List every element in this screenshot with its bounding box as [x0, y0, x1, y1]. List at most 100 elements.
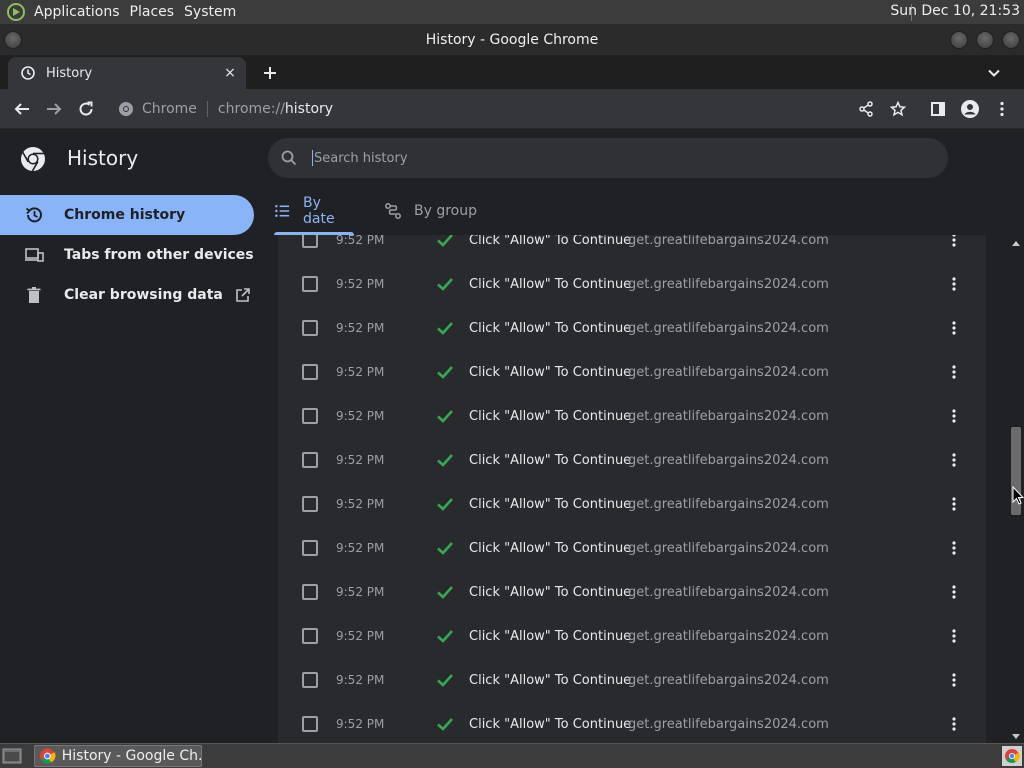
- kebab-menu-icon: [952, 321, 956, 335]
- close-window-button[interactable]: [1002, 31, 1020, 49]
- history-row[interactable]: 9:52 PM Click "Allow" To Continue get.grea…: [278, 306, 986, 350]
- history-row[interactable]: 9:52 PM Click "Allow" To Continue get.grea…: [278, 262, 986, 306]
- search-input[interactable]: [314, 150, 914, 166]
- share-button[interactable]: [854, 97, 878, 121]
- scroll-down-arrow[interactable]: [1012, 734, 1020, 739]
- tab-by-date[interactable]: By date: [274, 187, 354, 235]
- row-title-link[interactable]: Click "Allow" To Continue: [469, 409, 631, 424]
- row-more-actions-button[interactable]: [946, 714, 962, 734]
- chrome-site-icon[interactable]: [118, 101, 134, 117]
- back-button[interactable]: [10, 97, 34, 121]
- checkmark-favicon-icon: [437, 454, 453, 467]
- row-checkbox[interactable]: [302, 364, 318, 380]
- row-time: 9:52 PM: [336, 409, 385, 423]
- profile-button[interactable]: [958, 97, 982, 121]
- row-domain: get.greatlifebargains2024.com: [628, 364, 829, 380]
- taskbar-window-label: History - Google Ch...: [61, 748, 201, 764]
- row-more-actions-button[interactable]: [946, 450, 962, 470]
- history-row[interactable]: 9:52 PM Click "Allow" To Continue get.grea…: [278, 526, 986, 570]
- close-tab-icon[interactable]: ×: [220, 63, 240, 83]
- kebab-menu-icon: [952, 235, 956, 247]
- row-more-actions-button[interactable]: [946, 318, 962, 338]
- row-checkbox[interactable]: [302, 408, 318, 424]
- row-checkbox[interactable]: [302, 235, 318, 248]
- row-title-link[interactable]: Click "Allow" To Continue: [469, 321, 631, 336]
- history-row[interactable]: 9:52 PM Click "Allow" To Continue get.grea…: [278, 350, 986, 394]
- share-icon: [859, 101, 873, 117]
- system-menu[interactable]: System: [182, 4, 244, 20]
- row-checkbox[interactable]: [302, 584, 318, 600]
- row-checkbox[interactable]: [302, 320, 318, 336]
- chrome-logo-icon: [21, 147, 45, 172]
- tab-search-button[interactable]: [982, 61, 1006, 85]
- sidebar-item-clear-browsing-data[interactable]: Clear browsing data: [0, 275, 254, 315]
- new-tab-button[interactable]: [258, 61, 282, 85]
- window-menu-button[interactable]: [4, 31, 22, 49]
- history-row[interactable]: 9:52 PM Click "Allow" To Continue get.grea…: [278, 658, 986, 702]
- row-more-actions-button[interactable]: [946, 494, 962, 514]
- tab-by-group[interactable]: By group: [384, 187, 477, 235]
- row-title-link[interactable]: Click "Allow" To Continue: [469, 673, 631, 688]
- taskbar-window-chrome[interactable]: History - Google Ch...: [34, 745, 202, 767]
- places-menu[interactable]: Places: [128, 4, 183, 20]
- bookmark-button[interactable]: [886, 97, 910, 121]
- row-title-link[interactable]: Click "Allow" To Continue: [469, 453, 631, 468]
- maximize-button[interactable]: [976, 31, 994, 49]
- clock[interactable]: Sun Dec 10, 21:53: [890, 3, 1020, 19]
- row-checkbox[interactable]: [302, 716, 318, 732]
- history-row[interactable]: 9:52 PM Click "Allow" To Continue get.grea…: [278, 235, 986, 262]
- history-row[interactable]: 9:52 PM Click "Allow" To Continue get.grea…: [278, 482, 986, 526]
- row-title-link[interactable]: Click "Allow" To Continue: [469, 541, 631, 556]
- reload-button[interactable]: [74, 97, 98, 121]
- row-more-actions-button[interactable]: [946, 406, 962, 426]
- row-time: 9:52 PM: [336, 717, 385, 731]
- sidebar-item-tabs-from-other-devices[interactable]: Tabs from other devices: [0, 235, 254, 275]
- kebab-menu-icon: [952, 277, 956, 291]
- applications-menu[interactable]: Applications: [32, 4, 128, 20]
- history-row[interactable]: 9:52 PM Click "Allow" To Continue get.grea…: [278, 438, 986, 482]
- row-more-actions-button[interactable]: [946, 670, 962, 690]
- row-title-link[interactable]: Click "Allow" To Continue: [469, 629, 631, 644]
- row-checkbox[interactable]: [302, 672, 318, 688]
- origin-label: Chrome: [142, 101, 197, 117]
- row-more-actions-button[interactable]: [946, 626, 962, 646]
- row-checkbox[interactable]: [302, 452, 318, 468]
- arrow-right-icon: [47, 103, 62, 115]
- chrome-tray-icon[interactable]: [1002, 746, 1022, 766]
- row-domain: get.greatlifebargains2024.com: [628, 452, 829, 468]
- distro-logo-icon[interactable]: [6, 2, 26, 22]
- kebab-menu-icon: [952, 629, 956, 643]
- row-more-actions-button[interactable]: [946, 538, 962, 558]
- history-row[interactable]: 9:52 PM Click "Allow" To Continue get.grea…: [278, 614, 986, 658]
- side-panel-button[interactable]: [926, 97, 950, 121]
- history-row[interactable]: 9:52 PM Click "Allow" To Continue get.grea…: [278, 570, 986, 614]
- history-row[interactable]: 9:52 PM Click "Allow" To Continue get.grea…: [278, 702, 986, 743]
- row-title-link[interactable]: Click "Allow" To Continue: [469, 497, 631, 512]
- tab-history[interactable]: History ×: [8, 57, 246, 89]
- row-more-actions-button[interactable]: [946, 362, 962, 382]
- sidebar-item-chrome-history[interactable]: Chrome history: [0, 195, 254, 235]
- chrome-menu-button[interactable]: [990, 97, 1014, 121]
- history-row[interactable]: 9:52 PM Click "Allow" To Continue get.grea…: [278, 394, 986, 438]
- scroll-up-arrow[interactable]: [1012, 241, 1020, 246]
- row-more-actions-button[interactable]: [946, 274, 962, 294]
- forward-button[interactable]: [42, 97, 66, 121]
- row-checkbox[interactable]: [302, 628, 318, 644]
- row-title-link[interactable]: Click "Allow" To Continue: [469, 717, 631, 732]
- row-checkbox[interactable]: [302, 540, 318, 556]
- row-more-actions-button[interactable]: [946, 235, 962, 250]
- row-title-link[interactable]: Click "Allow" To Continue: [469, 235, 631, 248]
- row-checkbox[interactable]: [302, 276, 318, 292]
- row-title-link[interactable]: Click "Allow" To Continue: [469, 365, 631, 380]
- address-bar[interactable]: Chrome chrome:// history: [108, 93, 918, 125]
- search-box[interactable]: [268, 138, 948, 178]
- plus-icon: [264, 67, 276, 79]
- row-title-link[interactable]: Click "Allow" To Continue: [469, 277, 631, 292]
- row-title-link[interactable]: Click "Allow" To Continue: [469, 585, 631, 600]
- window-titlebar[interactable]: History - Google Chrome: [0, 25, 1024, 55]
- minimize-button[interactable]: [950, 31, 968, 49]
- checkmark-favicon-icon: [437, 235, 453, 247]
- row-more-actions-button[interactable]: [946, 582, 962, 602]
- show-desktop-icon[interactable]: [2, 747, 22, 765]
- row-checkbox[interactable]: [302, 496, 318, 512]
